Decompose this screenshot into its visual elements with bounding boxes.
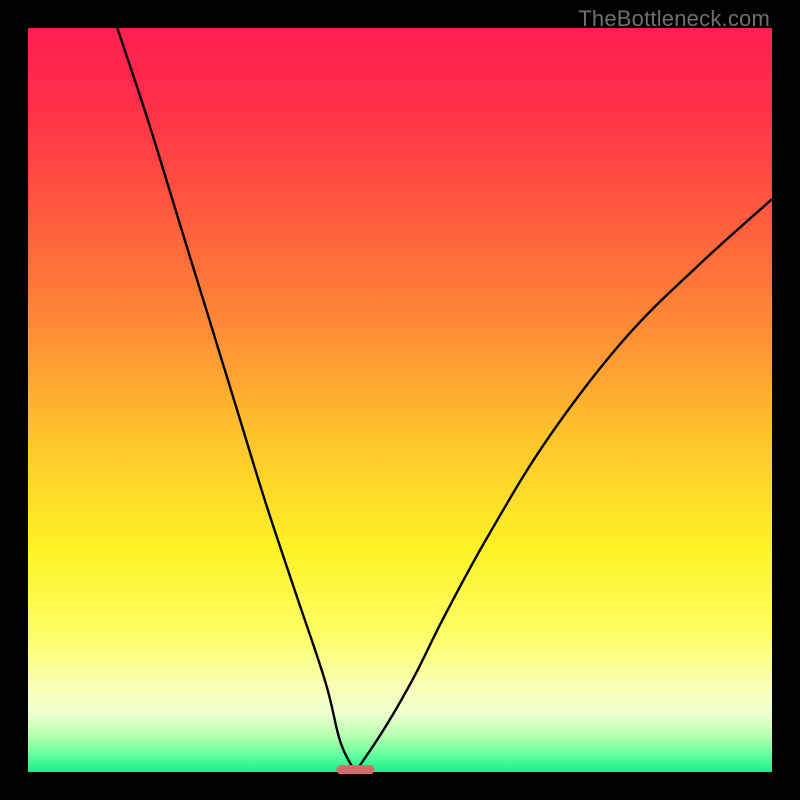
plot-area — [28, 28, 772, 772]
minimum-marker — [337, 765, 374, 775]
left-curve — [117, 28, 355, 772]
curves-layer — [28, 28, 772, 772]
watermark-text: TheBottleneck.com — [578, 6, 770, 32]
right-curve — [355, 199, 772, 772]
